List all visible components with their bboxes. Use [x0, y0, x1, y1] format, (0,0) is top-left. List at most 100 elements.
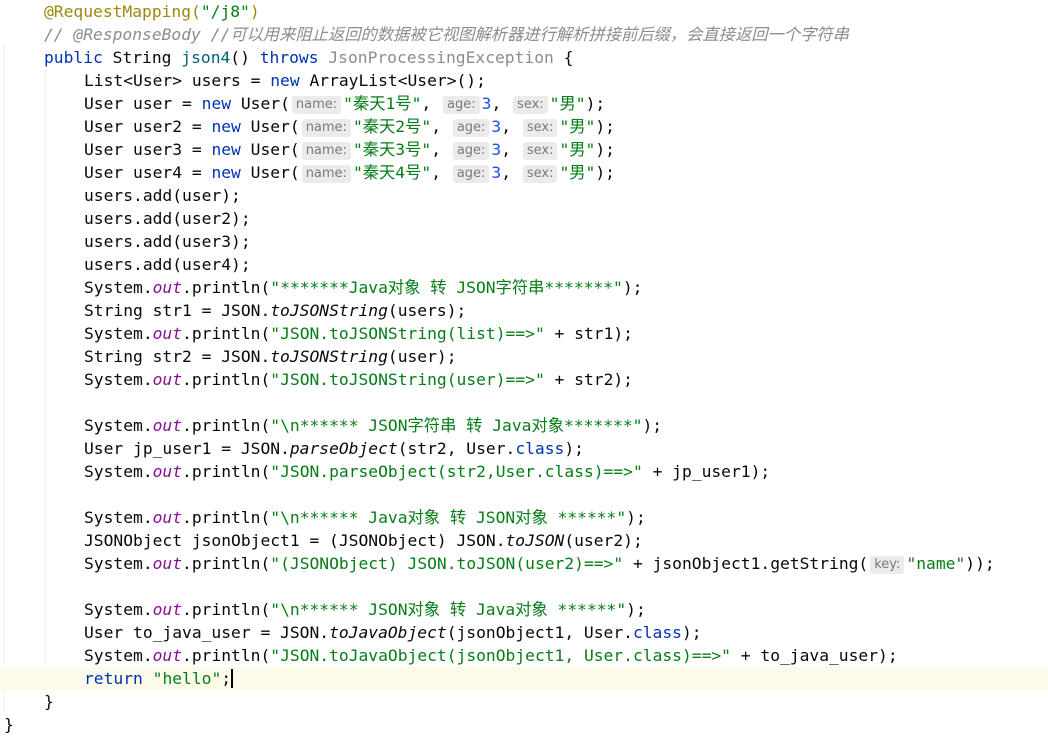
code-text: ); — [681, 623, 702, 642]
code-text: System. — [84, 278, 153, 297]
return-type: String — [112, 48, 172, 67]
code-text: (user); — [387, 347, 457, 366]
string-literal: "hello" — [152, 669, 222, 688]
code-line[interactable]: users.add(user2); — [0, 207, 1048, 230]
code-text: User user4 = — [84, 163, 212, 182]
string-literal: "\n****** JSON对象 转 Java对象 ******" — [270, 600, 627, 619]
string-literal: "\n****** Java对象 转 JSON对象 ******" — [270, 508, 627, 527]
code-text: + jsonObject1.getString( — [623, 554, 869, 573]
code-text: .println( — [182, 600, 271, 619]
static-method: toJSONString — [270, 301, 388, 320]
string-literal: "JSON.toJSONString(user)==>" — [270, 370, 545, 389]
code-line[interactable]: User user = new User(name: "秦天1号", age: 3,… — [0, 92, 1048, 115]
code-line[interactable]: users.add(user); — [0, 184, 1048, 207]
keyword: new — [211, 163, 241, 182]
param-hint: sex: — [513, 96, 548, 114]
code-line[interactable]: System.out.println("*******Java对象 转 JSON… — [0, 276, 1048, 299]
code-text: System. — [84, 416, 153, 435]
code-line-blank[interactable] — [0, 483, 1048, 506]
code-text: System. — [84, 462, 153, 481]
static-field: out — [152, 324, 183, 343]
keyword: new — [270, 71, 300, 90]
code-text: JSONObject jsonObject1 = (JSONObject) JS… — [84, 531, 506, 550]
string-literal: "男" — [559, 163, 596, 182]
param-hint: age: — [452, 119, 490, 137]
code-text: users.add(user); — [84, 186, 241, 205]
param-hint: sex: — [522, 165, 558, 183]
code-line[interactable]: System.out.println("\n****** Java对象 转 JS… — [0, 506, 1048, 529]
code-text: User user2 = — [84, 117, 212, 136]
code-text: String str1 = JSON. — [84, 301, 271, 320]
code-text: users.add(user4); — [84, 255, 251, 274]
code-line[interactable]: User jp_user1 = JSON.parseObject(str2, U… — [0, 437, 1048, 460]
code-line[interactable]: System.out.println("JSON.toJSONString(us… — [0, 368, 1048, 391]
string-literal: "男" — [549, 94, 586, 113]
code-line[interactable]: JSONObject jsonObject1 = (JSONObject) JS… — [0, 529, 1048, 552]
code-text: ; — [221, 669, 232, 688]
method-name: json4 — [181, 48, 231, 67]
code-line[interactable]: System.out.println("(JSONObject) JSON.to… — [0, 552, 1048, 575]
open-brace: { — [563, 48, 574, 67]
code-text: User user3 = — [84, 140, 212, 159]
static-method: toJavaObject — [329, 623, 447, 642]
static-field: out — [152, 462, 183, 481]
code-text: + to_java_user); — [730, 646, 898, 665]
code-line-blank[interactable] — [0, 391, 1048, 414]
comment-text: // @ResponseBody //可以用来阻止返回的数据被它视图解析器进行解… — [44, 25, 849, 44]
code-text: (str2, User. — [397, 439, 516, 458]
code-text: User( — [240, 140, 300, 159]
code-text: ); — [585, 94, 606, 113]
code-text: .println( — [182, 646, 271, 665]
param-hint: name: — [291, 96, 342, 114]
code-line-close-brace[interactable]: } — [0, 713, 1048, 736]
code-line[interactable]: User user3 = new User(name: "秦天3号", age: 3… — [0, 138, 1048, 161]
code-line[interactable]: System.out.println("JSON.parseObject(str… — [0, 460, 1048, 483]
param-hint: name: — [301, 142, 351, 160]
static-field: out — [152, 600, 183, 619]
code-text: + str1); — [544, 324, 633, 343]
code-text: users.add(user2); — [84, 209, 251, 228]
code-line[interactable]: User user4 = new User(name: "秦天4号", age: 3… — [0, 161, 1048, 184]
code-line[interactable]: System.out.println("JSON.toJavaObject(js… — [0, 644, 1048, 667]
string-literal: "秦天3号" — [352, 140, 432, 159]
code-line[interactable]: System.out.println("JSON.toJSONString(li… — [0, 322, 1048, 345]
code-line[interactable]: users.add(user4); — [0, 253, 1048, 276]
code-text: (user2); — [564, 531, 643, 550]
string-literal: "秦天4号" — [352, 163, 432, 182]
keyword: new — [211, 140, 241, 159]
static-field: out — [152, 278, 183, 297]
param-hint: sex: — [522, 142, 558, 160]
code-line-current[interactable]: return "hello"; — [0, 667, 1048, 690]
code-text: ); — [626, 600, 646, 619]
code-line[interactable]: User to_java_user = JSON.toJavaObject(js… — [0, 621, 1048, 644]
string-literal: "\n****** JSON字符串 转 Java对象*******" — [270, 416, 643, 435]
code-line[interactable]: List<User> users = new ArrayList<User>()… — [0, 69, 1048, 92]
keyword: return — [84, 669, 143, 688]
static-method: toJSON — [505, 531, 565, 550]
code-line[interactable]: System.out.println("\n****** JSON对象 转 Ja… — [0, 598, 1048, 621]
code-text: System. — [84, 508, 153, 527]
code-editor[interactable]: @RequestMapping("/j8") // @ResponseBody … — [0, 0, 1048, 736]
code-line[interactable]: System.out.println("\n****** JSON字符串 转 J… — [0, 414, 1048, 437]
string-literal: "name" — [906, 554, 966, 573]
keyword: throws — [259, 48, 319, 67]
code-text: .println( — [182, 370, 271, 389]
code-text: .println( — [182, 462, 271, 481]
code-text: ); — [595, 117, 615, 136]
code-text: .println( — [182, 278, 271, 297]
code-line[interactable]: String str1 = JSON.toJSONString(users); — [0, 299, 1048, 322]
code-line-close-brace[interactable]: } — [0, 690, 1048, 713]
code-line-comment[interactable]: // @ResponseBody //可以用来阻止返回的数据被它视图解析器进行解… — [0, 23, 1048, 46]
keyword: new — [201, 94, 232, 113]
code-text: User( — [231, 94, 290, 113]
code-line[interactable]: String str2 = JSON.toJSONString(user); — [0, 345, 1048, 368]
code-text: User to_java_user = JSON. — [84, 623, 330, 642]
code-line-blank[interactable] — [0, 575, 1048, 598]
code-text: ); — [595, 163, 615, 182]
code-line[interactable]: users.add(user3); — [0, 230, 1048, 253]
string-literal: "(JSONObject) JSON.toJSON(user2)==>" — [270, 554, 624, 573]
code-line[interactable]: User user2 = new User(name: "秦天2号", age: 3… — [0, 115, 1048, 138]
param-hint: age: — [452, 165, 490, 183]
code-line-method-signature[interactable]: public String json4() throws JsonProcess… — [0, 46, 1048, 69]
code-line-annotation[interactable]: @RequestMapping("/j8") — [0, 0, 1048, 23]
